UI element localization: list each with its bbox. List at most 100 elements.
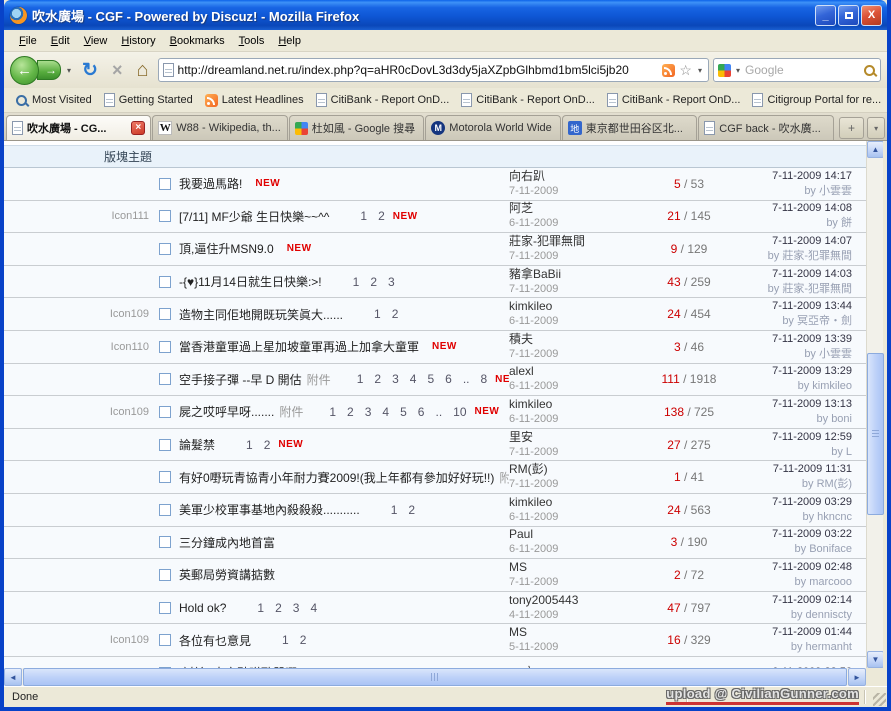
topic-checkbox[interactable] bbox=[159, 569, 171, 581]
scroll-up-icon[interactable]: ▲ bbox=[867, 141, 884, 158]
last-post-by[interactable]: by RM(彭) bbox=[729, 477, 852, 492]
last-post-by[interactable]: by 莊家-犯罪無間 bbox=[729, 282, 852, 297]
tab-close-icon[interactable]: × bbox=[131, 121, 145, 135]
google-engine-icon[interactable] bbox=[718, 64, 731, 77]
author-link[interactable]: 向右趴 bbox=[509, 169, 649, 184]
topic-title-link[interactable]: 頂,逼住升MSN9.0 bbox=[179, 240, 274, 257]
author-link[interactable]: kimkileo bbox=[509, 299, 649, 314]
vertical-scrollbar[interactable]: ▲ ▼ bbox=[866, 141, 883, 668]
tab-active[interactable]: 吹水廣場 - CG...× bbox=[6, 115, 151, 140]
horizontal-scroll-track[interactable] bbox=[22, 668, 848, 686]
page-link[interactable]: 3 bbox=[293, 601, 300, 615]
page-link[interactable]: 1 bbox=[282, 633, 289, 647]
topic-checkbox[interactable] bbox=[159, 178, 171, 190]
page-link[interactable]: 10 bbox=[453, 405, 466, 419]
bookmark-star-icon[interactable]: ☆ bbox=[679, 63, 692, 77]
author-link[interactable]: 莊家-犯罪無間 bbox=[509, 234, 649, 249]
vertical-scroll-track[interactable] bbox=[867, 158, 883, 651]
reload-button[interactable]: ↻ bbox=[77, 59, 103, 82]
search-magnifier-icon[interactable] bbox=[863, 64, 876, 77]
back-button[interactable]: ← bbox=[10, 56, 39, 85]
tab[interactable]: CGF back - 吹水廣... bbox=[698, 115, 834, 140]
last-post-by[interactable]: by 莊家-犯罪無間 bbox=[729, 249, 852, 264]
author-link[interactable]: kimkileo bbox=[509, 495, 649, 510]
url-dropdown-icon[interactable]: ▾ bbox=[696, 66, 704, 75]
last-post-by[interactable]: by L bbox=[729, 445, 852, 460]
page-link[interactable]: 1 bbox=[374, 307, 381, 321]
topic-checkbox[interactable] bbox=[159, 504, 171, 516]
page-link[interactable]: 5 bbox=[400, 405, 407, 419]
page-link[interactable]: .. bbox=[435, 405, 442, 419]
forward-button[interactable]: → bbox=[37, 60, 61, 80]
page-link[interactable]: 2 bbox=[378, 209, 385, 223]
last-post-by[interactable]: by 冥亞帝‧劍 bbox=[729, 314, 852, 329]
scroll-down-icon[interactable]: ▼ bbox=[867, 651, 884, 668]
page-link[interactable]: 2 bbox=[370, 275, 377, 289]
search-engine-dropdown-icon[interactable]: ▾ bbox=[734, 66, 742, 75]
topic-title-link[interactable]: 各位有乜意見 bbox=[179, 632, 251, 649]
vertical-scroll-thumb[interactable] bbox=[867, 353, 884, 515]
url-input[interactable] bbox=[178, 63, 659, 77]
page-link[interactable]: 3 bbox=[388, 275, 395, 289]
page-link[interactable]: 1 bbox=[353, 275, 360, 289]
scroll-left-icon[interactable]: ◄ bbox=[4, 668, 22, 686]
location-bar[interactable]: ☆ ▾ bbox=[158, 58, 709, 82]
page-link[interactable]: 1 bbox=[357, 372, 364, 386]
search-input[interactable] bbox=[745, 63, 860, 77]
bookmark-item[interactable]: CitiBank - Report OnD... bbox=[311, 91, 455, 109]
tab[interactable]: 杜如風 - Google 搜尋 bbox=[289, 115, 425, 140]
menu-edit[interactable]: Edit bbox=[44, 33, 77, 49]
topic-checkbox[interactable] bbox=[159, 602, 171, 614]
menu-history[interactable]: History bbox=[114, 33, 162, 49]
resize-grip[interactable] bbox=[873, 693, 886, 706]
topic-title-link[interactable]: 美軍少校軍事基地內殺殺殺........... bbox=[179, 501, 360, 518]
author-link[interactable]: Paul bbox=[509, 527, 649, 542]
author-link[interactable]: tony2005443 bbox=[509, 593, 649, 608]
topic-title-link[interactable]: 空手接子彈 --早 D 開估 bbox=[179, 371, 302, 388]
topic-checkbox[interactable] bbox=[159, 634, 171, 646]
search-bar[interactable]: ▾ bbox=[713, 58, 881, 82]
rss-feed-icon[interactable] bbox=[662, 64, 675, 77]
last-post-by[interactable]: by 小雲雲 bbox=[729, 347, 852, 362]
author-link[interactable]: 豬拿BaBii bbox=[509, 267, 649, 282]
restore-button[interactable] bbox=[838, 5, 859, 26]
close-button[interactable]: X bbox=[861, 5, 882, 26]
page-link[interactable]: 4 bbox=[310, 601, 317, 615]
tab[interactable]: 地東京都世田谷区北... bbox=[562, 115, 698, 140]
page-link[interactable]: 6 bbox=[445, 372, 452, 386]
bookmark-item[interactable]: Citigroup Portal for re... bbox=[747, 91, 886, 109]
page-link[interactable]: 2 bbox=[374, 372, 381, 386]
bookmark-item[interactable]: CitiBank - Report OnD... bbox=[456, 91, 600, 109]
tab[interactable]: MMotorola World Wide bbox=[425, 115, 561, 140]
bookmark-item[interactable]: Latest Headlines bbox=[200, 92, 309, 109]
page-link[interactable]: 2 bbox=[275, 601, 282, 615]
topic-checkbox[interactable] bbox=[159, 373, 171, 385]
bookmark-item[interactable]: Most Visited bbox=[10, 92, 97, 109]
page-link[interactable]: 1 bbox=[246, 438, 253, 452]
page-link[interactable]: 5 bbox=[427, 372, 434, 386]
last-post-by[interactable]: by boni bbox=[729, 412, 852, 427]
topic-checkbox[interactable] bbox=[159, 243, 171, 255]
topic-checkbox[interactable] bbox=[159, 439, 171, 451]
last-post-by[interactable]: by 小雲雲 bbox=[729, 184, 852, 199]
topic-checkbox[interactable] bbox=[159, 210, 171, 222]
tab[interactable]: WW88 - Wikipedia, th... bbox=[152, 115, 288, 140]
horizontal-scrollbar[interactable]: ◄ ► bbox=[4, 668, 866, 686]
author-link[interactable]: MS bbox=[509, 625, 649, 640]
page-link[interactable]: 1 bbox=[329, 405, 336, 419]
topic-checkbox[interactable] bbox=[159, 308, 171, 320]
page-link[interactable]: 2 bbox=[392, 307, 399, 321]
page-link[interactable]: 1 bbox=[257, 601, 264, 615]
bookmark-item[interactable]: CitiBank - Report OnD... bbox=[602, 91, 746, 109]
page-link[interactable]: 3 bbox=[392, 372, 399, 386]
topic-title-link[interactable]: 三分鐘成內地首富 bbox=[179, 534, 275, 551]
history-dropdown-icon[interactable]: ▾ bbox=[65, 66, 73, 75]
last-post-by[interactable]: by marcooo bbox=[729, 575, 852, 590]
topic-title-link[interactable]: -{♥}11月14日就生日快樂:>! bbox=[179, 273, 322, 290]
author-link[interactable]: alexl bbox=[509, 364, 649, 379]
page-link[interactable]: 2 bbox=[264, 438, 271, 452]
page-link[interactable]: 1 bbox=[391, 503, 398, 517]
author-link[interactable]: MS bbox=[509, 560, 649, 575]
author-link[interactable]: kimkileo bbox=[509, 397, 649, 412]
page-link[interactable]: 2 bbox=[408, 503, 415, 517]
